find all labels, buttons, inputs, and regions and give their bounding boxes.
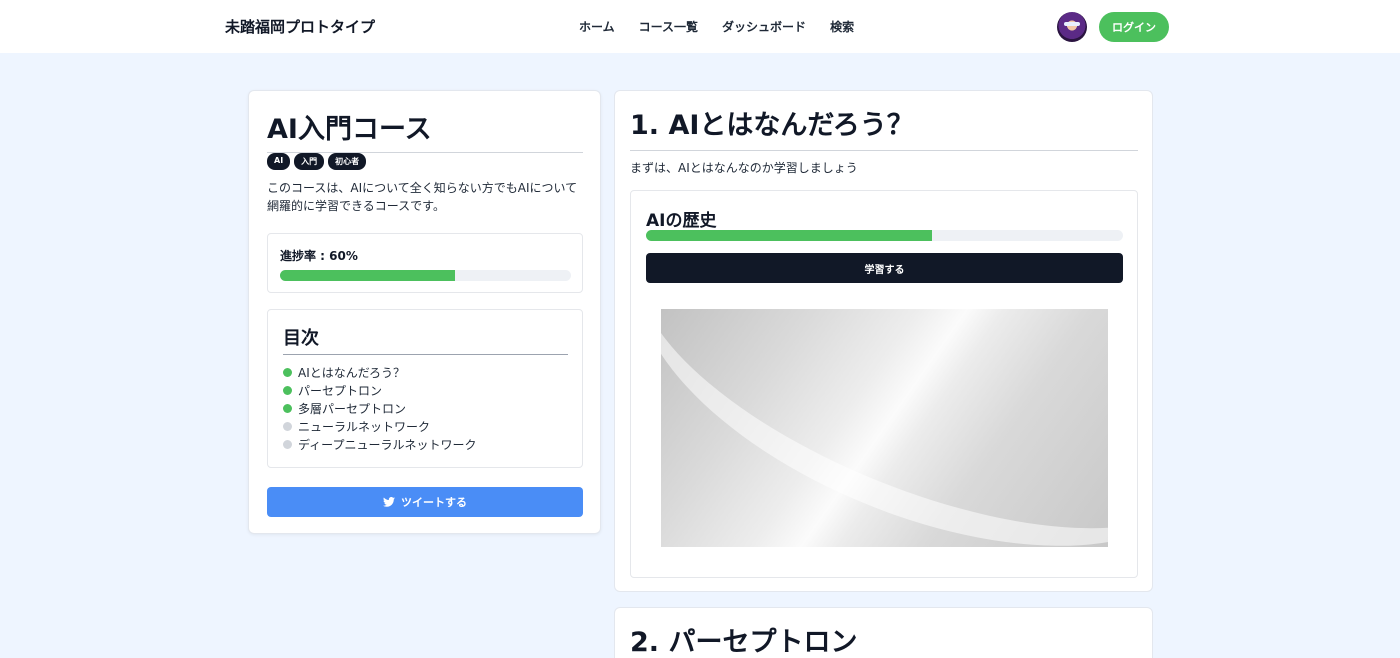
completed-dot-icon — [283, 403, 292, 413]
tag-badge[interactable]: 初心者 — [328, 153, 367, 170]
section-progress-fill — [646, 230, 933, 241]
progress-panel: 進捗率 : 60% — [267, 233, 583, 293]
top-navbar: 未踏福岡プロトタイプ ホーム コース一覧 ダッシュボード 検索 ログイン — [0, 0, 1400, 53]
toc-list: AIとはなんだろう？ パーセプトロン多層パーセプトロンニューラルネットワークディー… — [283, 364, 476, 453]
toc-item[interactable]: パーセプトロン — [283, 382, 476, 400]
nav-dashboard[interactable]: ダッシュボード — [722, 18, 806, 35]
progress-label: 進捗率 : 60% — [280, 249, 358, 263]
toc-item[interactable]: ディープニューラルネットワーク — [283, 435, 476, 453]
completed-dot-icon — [283, 368, 292, 378]
toc-item-label: 多層パーセプトロン — [298, 401, 407, 416]
login-button[interactable]: ログイン — [1099, 12, 1169, 42]
nav-search[interactable]: 検索 — [830, 18, 854, 35]
pending-dot-icon — [283, 439, 292, 449]
course-progress-fill — [280, 270, 455, 281]
nav-courses[interactable]: コース一覧 — [639, 18, 698, 35]
nav-home[interactable]: ホーム — [579, 18, 615, 35]
course-tags: AI 入門 初心者 — [267, 153, 367, 170]
toc-item-label: パーセプトロン — [298, 384, 383, 399]
course-description: このコースは、AIについて全く知らない方でもAIについて網羅的に学習できるコース… — [267, 181, 578, 213]
site-brand[interactable]: 未踏福岡プロトタイプ — [225, 16, 375, 37]
toc-item-label: AIとはなんだろう？ — [298, 366, 406, 381]
toc-item[interactable]: 多層パーセプトロン — [283, 400, 476, 418]
course-progress-bar — [280, 270, 571, 281]
toc-item-label: ニューラルネットワーク — [298, 419, 431, 434]
lesson-thumbnail[interactable] — [661, 309, 1108, 547]
lesson-title: 1. AIとはなんだろう？ — [630, 103, 1138, 151]
tag-badge[interactable]: 入門 — [294, 153, 325, 170]
pending-dot-icon — [283, 421, 292, 431]
completed-dot-icon — [283, 386, 292, 396]
twitter-icon — [383, 497, 395, 507]
lesson-card: 1. AIとはなんだろう？ まずは、AIとはなんなのか学習しましょう AIの歴史… — [614, 90, 1153, 592]
course-title: AI入門コース — [267, 107, 583, 153]
lesson-subtitle: まずは、AIとはなんなのか学習しましょう — [630, 161, 858, 175]
study-button[interactable]: 学習する — [646, 253, 1123, 283]
tweet-button[interactable]: ツイートする — [267, 487, 583, 517]
avatar[interactable] — [1057, 12, 1087, 42]
tweet-label: ツイートする — [401, 496, 467, 509]
section-title: AIの歴史 — [646, 211, 717, 231]
toc-title: 目次 — [283, 324, 568, 355]
next-lesson-title: 2. パーセプトロン — [630, 627, 858, 658]
table-of-contents: 目次 AIとはなんだろう？ パーセプトロン多層パーセプトロンニューラルネットワーク… — [267, 309, 583, 468]
toc-item[interactable]: ニューラルネットワーク — [283, 417, 476, 435]
main-nav: ホーム コース一覧 ダッシュボード 検索 — [579, 18, 854, 35]
toc-item[interactable]: AIとはなんだろう？ — [283, 364, 476, 382]
toc-item-label: ディープニューラルネットワーク — [298, 437, 477, 452]
tag-badge[interactable]: AI — [267, 153, 291, 170]
next-lesson-card: 2. パーセプトロン — [614, 607, 1153, 658]
section-progress-bar — [646, 230, 1123, 241]
course-info-card: AI入門コース AI 入門 初心者 このコースは、AIについて全く知らない方でも… — [248, 90, 601, 534]
lesson-section-card: AIの歴史 学習する — [630, 190, 1138, 578]
